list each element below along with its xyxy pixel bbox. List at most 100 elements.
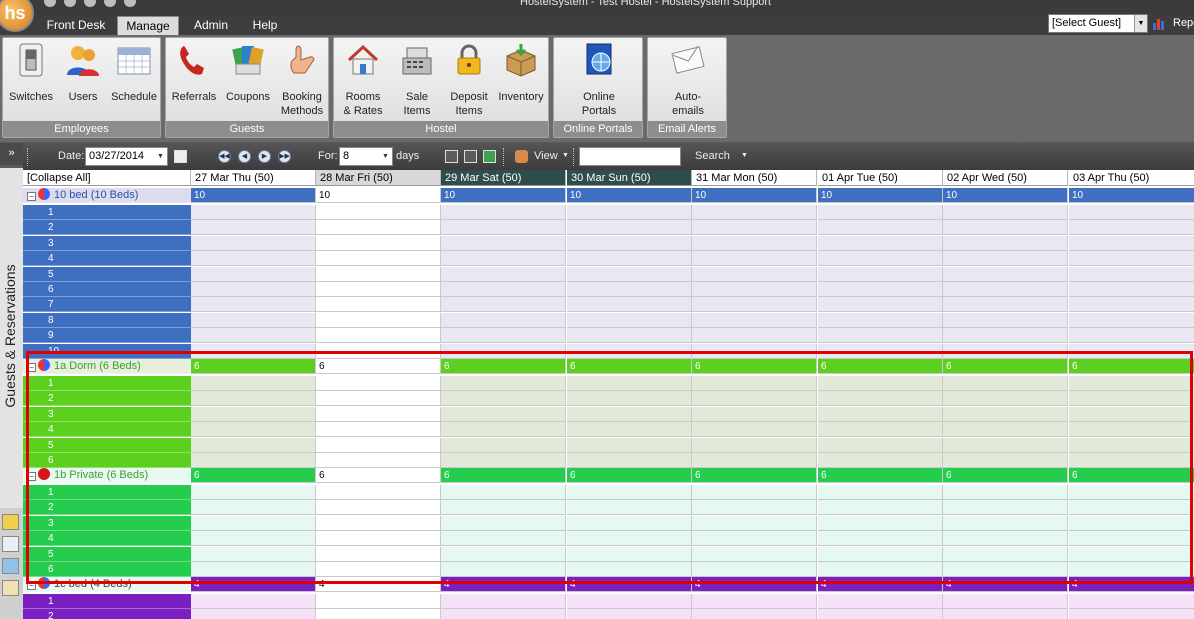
bed-label[interactable]: 2	[23, 220, 191, 236]
bed-label[interactable]: 5	[23, 266, 191, 282]
bed-day-cell[interactable]	[1069, 328, 1194, 344]
bed-day-cell[interactable]	[818, 297, 943, 313]
bed-day-cell[interactable]	[191, 220, 316, 236]
collapse-all-button[interactable]: [Collapse All]	[23, 170, 191, 186]
bed-day-cell[interactable]	[191, 562, 316, 577]
room-group-label[interactable]: − 10 bed (10 Beds)	[23, 188, 191, 203]
bed-day-cell[interactable]	[441, 609, 566, 619]
tab-help[interactable]: Help	[243, 16, 287, 35]
bed-day-cell[interactable]	[567, 485, 692, 500]
notes-icon[interactable]	[2, 580, 19, 596]
bed-day-cell[interactable]	[943, 312, 1068, 328]
bed-label[interactable]: 4	[23, 251, 191, 267]
booking-methods-button[interactable]: Booking Methods	[276, 38, 328, 120]
bed-day-cell[interactable]	[316, 500, 441, 516]
bed-day-cell[interactable]	[191, 251, 316, 267]
bed-day-cell[interactable]	[818, 376, 943, 391]
tab-front-desk[interactable]: Front Desk	[38, 16, 114, 35]
bed-day-cell[interactable]	[1069, 500, 1194, 516]
bed-label[interactable]: 8	[23, 312, 191, 328]
export-icon[interactable]	[483, 150, 496, 163]
bed-day-cell[interactable]	[692, 562, 817, 577]
room-group-label[interactable]: − 1b Private (6 Beds)	[23, 468, 191, 483]
bed-day-cell[interactable]	[191, 312, 316, 328]
bed-day-cell[interactable]	[191, 437, 316, 453]
guests-icon[interactable]	[2, 514, 19, 530]
room-availability-cell[interactable]: 6	[191, 359, 316, 374]
bed-day-cell[interactable]	[567, 297, 692, 313]
bed-day-cell[interactable]	[316, 282, 441, 297]
bed-day-cell[interactable]	[1069, 546, 1194, 562]
date-column-header[interactable]: 30 Mar Sun (50)	[567, 170, 692, 186]
bed-day-cell[interactable]	[818, 453, 943, 468]
view-menu[interactable]: View	[534, 150, 558, 162]
bed-day-cell[interactable]	[441, 531, 566, 547]
room-availability-cell[interactable]: 4	[567, 577, 692, 592]
bed-day-cell[interactable]	[818, 546, 943, 562]
bed-day-cell[interactable]	[567, 391, 692, 407]
bed-day-cell[interactable]	[191, 235, 316, 251]
bed-day-cell[interactable]	[441, 485, 566, 500]
bed-day-cell[interactable]	[191, 406, 316, 422]
bed-day-cell[interactable]	[818, 422, 943, 438]
bed-day-cell[interactable]	[316, 312, 441, 328]
bed-label[interactable]: 6	[23, 562, 191, 577]
bed-day-cell[interactable]	[1069, 531, 1194, 547]
bed-day-cell[interactable]	[943, 328, 1068, 344]
bed-day-cell[interactable]	[818, 235, 943, 251]
bed-day-cell[interactable]	[692, 531, 817, 547]
bed-day-cell[interactable]	[567, 251, 692, 267]
bed-day-cell[interactable]	[567, 546, 692, 562]
bed-day-cell[interactable]	[567, 406, 692, 422]
room-availability-cell[interactable]: 10	[692, 188, 817, 203]
quick-access-icon[interactable]	[44, 0, 56, 7]
first-page-icon[interactable]: ◀◀	[218, 150, 231, 163]
bed-day-cell[interactable]	[943, 500, 1068, 516]
chevron-down-icon[interactable]: ▼	[1134, 15, 1147, 32]
bed-day-cell[interactable]	[316, 515, 441, 531]
bed-day-cell[interactable]	[567, 500, 692, 516]
bed-day-cell[interactable]	[943, 531, 1068, 547]
bed-day-cell[interactable]	[692, 220, 817, 236]
collapse-icon[interactable]: −	[27, 363, 36, 372]
rooms-rates-button[interactable]: Rooms & Rates	[336, 38, 390, 120]
bed-day-cell[interactable]	[818, 609, 943, 619]
bed-day-cell[interactable]	[1069, 594, 1194, 609]
bed-day-cell[interactable]	[441, 376, 566, 391]
room-availability-cell[interactable]: 6	[567, 359, 692, 374]
quick-access-icon[interactable]	[84, 0, 96, 7]
bed-day-cell[interactable]	[943, 437, 1068, 453]
date-column-header[interactable]: 03 Apr Thu (50)	[1069, 170, 1194, 186]
bed-label[interactable]: 6	[23, 282, 191, 297]
bed-day-cell[interactable]	[943, 453, 1068, 468]
bed-day-cell[interactable]	[191, 205, 316, 220]
bed-day-cell[interactable]	[1069, 282, 1194, 297]
bed-day-cell[interactable]	[441, 297, 566, 313]
room-availability-cell[interactable]: 6	[316, 359, 441, 374]
bed-day-cell[interactable]	[818, 531, 943, 547]
bed-day-cell[interactable]	[316, 297, 441, 313]
bed-day-cell[interactable]	[567, 328, 692, 344]
room-availability-cell[interactable]: 6	[818, 359, 943, 374]
bed-day-cell[interactable]	[818, 312, 943, 328]
bed-label[interactable]: 5	[23, 437, 191, 453]
online-portals-button[interactable]: Online Portals	[572, 38, 626, 120]
bed-day-cell[interactable]	[441, 343, 566, 359]
room-availability-cell[interactable]: 10	[567, 188, 692, 203]
date-column-header[interactable]: 27 Mar Thu (50)	[191, 170, 316, 186]
guests-reservations-label[interactable]: Guests & Reservations	[2, 176, 18, 496]
bed-day-cell[interactable]	[567, 453, 692, 468]
bed-day-cell[interactable]	[316, 406, 441, 422]
room-availability-cell[interactable]: 6	[1069, 468, 1194, 483]
bed-day-cell[interactable]	[567, 531, 692, 547]
bed-day-cell[interactable]	[692, 282, 817, 297]
room-availability-cell[interactable]: 4	[1069, 577, 1194, 592]
room-group-label[interactable]: − 1a Dorm (6 Beds)	[23, 359, 191, 374]
bed-day-cell[interactable]	[692, 312, 817, 328]
bed-day-cell[interactable]	[692, 453, 817, 468]
bed-day-cell[interactable]	[818, 205, 943, 220]
bed-day-cell[interactable]	[316, 235, 441, 251]
auto-emails-button[interactable]: Auto-emails	[661, 38, 715, 120]
bed-day-cell[interactable]	[567, 235, 692, 251]
bed-day-cell[interactable]	[441, 500, 566, 516]
